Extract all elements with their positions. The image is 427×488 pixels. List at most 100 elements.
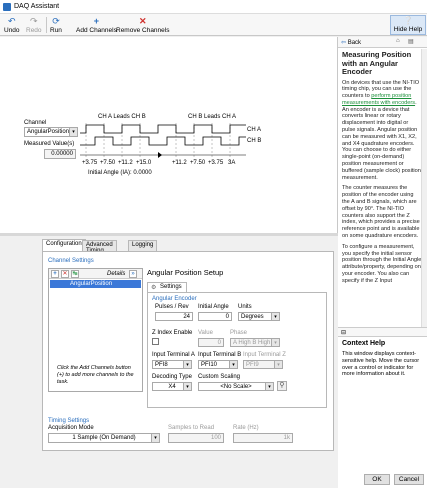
input-terminal-z-label: Input Terminal Z [243,352,286,358]
angular-encoder-title: Angular Encoder [152,296,197,302]
channel-list: + ✕ ↹ Details » AngularPosition Click th… [48,268,143,392]
add-channels-button[interactable]: + Add Channels [76,16,117,34]
samples-to-read-label: Samples to Read [168,425,215,431]
context-help-title: Context Help [342,340,386,347]
tab-logging[interactable]: Logging [128,240,158,251]
help-scrollbar[interactable] [421,49,427,329]
context-help-panel: ⊟ Context Help This window displays cont… [338,327,427,448]
input-terminal-a-select[interactable]: PFI8 ▾ [152,360,192,369]
tick-label: +11.2 [118,160,133,166]
cancel-button[interactable]: Cancel [394,474,424,485]
configuration-tab-panel: Channel Settings + ✕ ↹ Details » Angular… [42,251,334,451]
help-paragraph: On devices that use the NI-TIO timing ch… [342,79,421,181]
tab-advanced-timing[interactable]: Advanced Timing [82,240,117,254]
ok-button[interactable]: OK [364,474,390,485]
z-index-enable-label: Z Index Enable [152,330,193,336]
input-terminal-z-select[interactable]: PFI9 ▾ [243,360,283,369]
rename-channel-icon[interactable]: ↹ [71,270,79,278]
channel-label: Channel [24,120,47,126]
settings-icon: ⚙ [151,285,157,291]
custom-scaling-select[interactable]: <No Scale> ▾ [198,382,274,391]
units-label: Units [238,304,252,310]
measured-value-label: Measured Value(s) [24,141,75,147]
title-bar: DAQ Assistant [0,0,427,14]
settings-panel: Angular Encoder Pulses / Rev 24 Initial … [147,292,327,408]
z-value-label: Value [198,330,213,336]
tick-label: +7.50 [100,160,116,166]
help-nav-bar: ⇦ Back ⌂ ▤ [338,37,427,48]
details-toggle-icon[interactable]: » [129,270,137,278]
pulses-per-rev-label: Pulses / Rev [155,304,189,310]
initial-angle-label: Initial Angle [198,304,229,310]
decoding-type-label: Decoding Type [152,374,192,380]
acquisition-mode-select[interactable]: 1 Sample (On Demand) ▾ [48,433,160,443]
units-select[interactable]: Degrees ▾ [238,312,280,321]
rate-input[interactable]: 1k [233,433,293,443]
input-terminal-b-select[interactable]: PFI10 ▾ [198,360,238,369]
help-pane: ⇦ Back ⌂ ▤ Measuring Position with an An… [338,37,427,488]
redo-button[interactable]: ↷ Redo [26,16,42,34]
help-paragraph: The counter measures the position of the… [342,185,420,240]
tick-label: +11.2 [172,160,187,166]
context-help-header: ⊟ [338,327,427,337]
chevron-down-icon: ▾ [151,434,159,442]
remove-channel-icon[interactable]: ✕ [61,270,69,278]
tick-label: +3.75 [82,160,98,166]
undo-button[interactable]: ↶ Undo [4,16,20,34]
samples-to-read-input[interactable]: 100 [168,433,224,443]
measured-value-display: 0.00000 [44,149,76,159]
chevron-down-icon: ▾ [183,383,191,390]
z-index-enable-checkbox[interactable] [152,338,159,345]
z-value-input[interactable]: 0 [198,338,224,347]
initial-angle-input[interactable]: 0 [198,312,232,321]
chevron-down-icon: ▾ [274,361,282,368]
timing-diagram-panel: Channel AngularPosition ▾ Measured Value… [0,37,338,233]
toolbar-separator [46,17,47,33]
input-terminal-a-label: Input Terminal A [152,352,195,358]
plus-icon: + [93,16,100,26]
redo-icon: ↷ [30,16,38,26]
remove-x-icon: ✕ [138,16,147,26]
phase-select[interactable]: A High B High ▾ [230,338,280,347]
daq-app-icon [3,3,11,11]
rate-label: Rate (Hz) [233,425,259,431]
custom-scaling-label: Custom Scaling [198,374,241,380]
decoding-type-select[interactable]: X4 ▾ [152,382,192,391]
phase-label: Phase [230,330,248,336]
scale-wizard-icon[interactable]: ⚲ [277,381,287,391]
encoder-waveform [80,123,246,161]
chevron-down-icon: ▾ [271,339,279,346]
channel-list-toolbar: + ✕ ↹ Details » [49,269,142,279]
ch-a-trace-label: CH A [247,127,262,133]
run-button[interactable]: ⟳ Run [50,16,62,34]
pulses-per-rev-input[interactable]: 24 [155,312,193,321]
chevron-down-icon: ▾ [183,361,191,368]
channel-settings-title: Channel Settings [48,258,94,264]
ch-b-trace-label: CH B [247,138,262,144]
window-title: DAQ Assistant [14,3,60,10]
undo-icon: ↶ [8,16,16,26]
collapse-icon[interactable]: ⊟ [341,329,346,336]
remove-channels-button[interactable]: ✕ Remove Channels [116,16,169,34]
angular-position-setup: Angular Position Setup ⚙ Settings Angula… [147,268,331,408]
open-help-icon[interactable]: ▤ [408,38,414,45]
back-arrow-icon: ⇦ [341,40,347,46]
tab-configuration[interactable]: Configuration [42,239,86,251]
ch-b-leads-label: CH B Leads CH A [188,114,237,120]
home-icon[interactable]: ⌂ [396,38,400,44]
chevron-down-icon: ▾ [69,128,77,136]
back-button[interactable]: ⇦ Back [341,39,361,46]
tab-settings[interactable]: ⚙ Settings [147,282,187,292]
tick-label: 3A [228,160,236,166]
channel-select[interactable]: AngularPosition ▾ [24,127,78,137]
help-heading: Measuring Position with an Angular Encod… [342,50,412,76]
initial-angle-readout: Initial Angle (IA): 0.0000 [88,170,152,176]
add-channel-icon[interactable]: + [51,270,59,278]
setup-title: Angular Position Setup [147,268,224,277]
details-label: Details [107,271,126,277]
hide-help-button[interactable]: ❔ Hide Help [390,15,426,35]
help-content: Measuring Position with an Angular Encod… [342,50,422,289]
chevron-down-icon: ▾ [271,313,279,320]
channel-list-item[interactable]: AngularPosition [50,280,141,288]
toolbar: ↶ Undo ↷ Redo ⟳ Run + Add Channels ✕ Rem… [0,14,427,36]
